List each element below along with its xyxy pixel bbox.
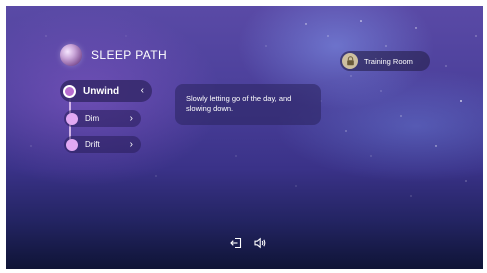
path-step-unwind[interactable]: Unwind ‹ (60, 80, 152, 102)
bottom-controls (229, 236, 267, 250)
planet-icon (60, 44, 82, 66)
lock-icon (342, 53, 358, 69)
step-label: Unwind (83, 85, 120, 97)
step-description-card: Slowly letting go of the day, and slowin… (175, 84, 321, 125)
step-label: Dim (85, 114, 100, 123)
step-indicator-dot (66, 112, 78, 125)
chevron-left-icon: ‹ (140, 85, 144, 96)
app-screen: SLEEP PATH Unwind ‹ Dim › Drift › Slowly… (6, 6, 483, 269)
step-indicator-dot (63, 84, 76, 98)
training-room-label: Training Room (364, 56, 413, 66)
step-description-text: Slowly letting go of the day, and slowin… (186, 94, 292, 113)
path-step-dim[interactable]: Dim › (64, 110, 141, 127)
step-label: Drift (85, 140, 100, 149)
training-room-button[interactable]: Training Room (340, 51, 430, 71)
path-step-drift[interactable]: Drift › (64, 136, 141, 153)
step-indicator-dot (66, 138, 78, 151)
app-title: SLEEP PATH (91, 48, 168, 62)
brand-header: SLEEP PATH (60, 44, 167, 66)
chevron-right-icon: › (129, 112, 133, 124)
exit-icon[interactable] (229, 236, 243, 250)
sound-icon[interactable] (253, 236, 267, 250)
chevron-right-icon: › (129, 138, 133, 150)
